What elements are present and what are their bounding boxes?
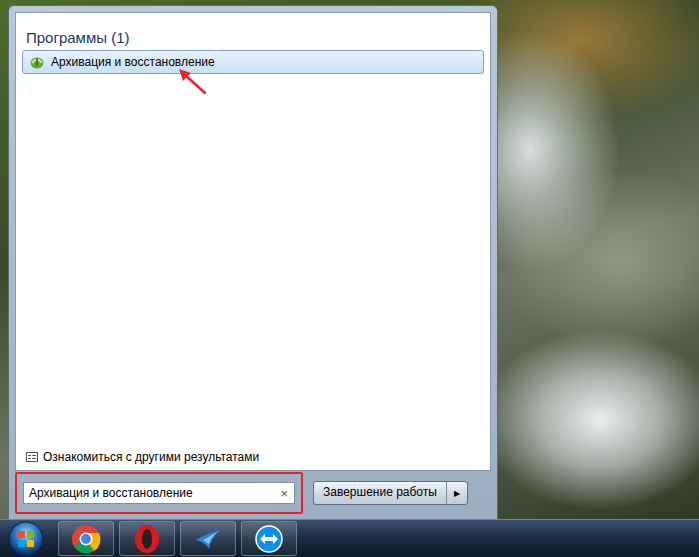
section-title: Программы (1) [22,29,484,50]
desktop-screen: Программы (1) Архивация и восстановление… [0,0,699,557]
taskbar-button[interactable] [180,521,236,556]
program-item[interactable]: Архивация и восстановление [22,50,484,74]
opera-icon [132,524,162,554]
more-results-link[interactable]: Ознакомиться с другими результатами [22,450,484,464]
windows-logo-icon [7,520,45,557]
results-pane: Программы (1) Архивация и восстановление… [15,12,491,471]
start-menu: Программы (1) Архивация и восстановление… [8,5,498,519]
pinned-apps [58,520,297,557]
taskbar-button[interactable] [58,521,114,556]
teamviewer-icon [254,524,284,554]
taskbar [0,519,699,557]
bird-app-icon [193,524,223,554]
backup-icon [29,54,45,70]
annotation-arrow-icon [173,65,213,99]
chrome-icon [71,524,101,554]
clear-button[interactable]: × [278,486,290,501]
search-annotation: Архивация и восстановление × [15,472,303,514]
taskbar-button[interactable] [119,521,175,556]
shutdown-button[interactable]: Завершение работы ▶ [313,481,468,505]
start-button[interactable] [4,520,48,557]
taskbar-button[interactable] [241,521,297,556]
results-icon [26,451,38,463]
shutdown-options-button[interactable]: ▶ [447,482,467,504]
search-bar: Архивация и восстановление × Завершение … [15,471,491,519]
search-field[interactable]: Архивация и восстановление × [23,482,295,504]
desktop: Программы (1) Архивация и восстановление… [0,0,699,519]
